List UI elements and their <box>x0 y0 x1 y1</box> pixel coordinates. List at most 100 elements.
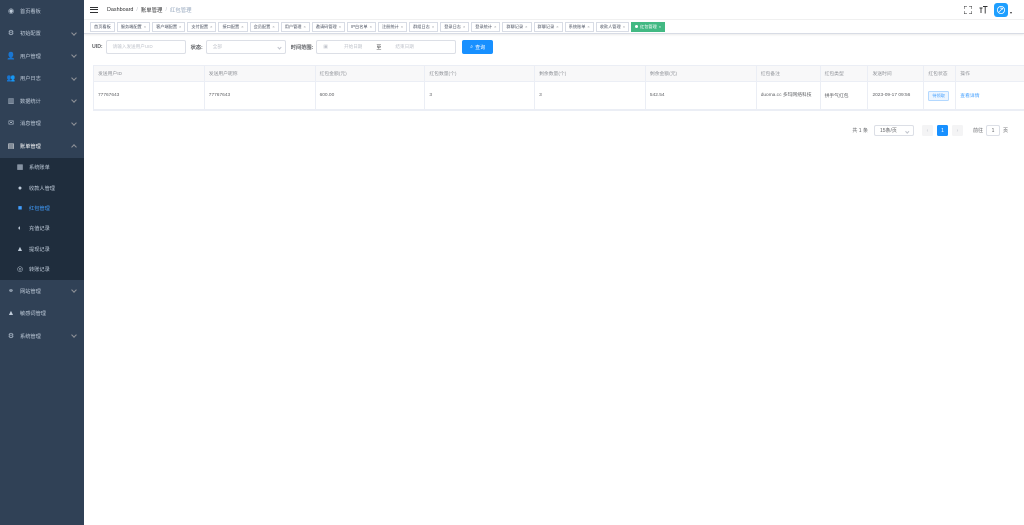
sidebar-item-website[interactable]: ⚭ 网站管理 <box>0 280 84 303</box>
tag-16[interactable]: 收款人管理 × <box>595 21 630 32</box>
breadcrumb-dashboard[interactable]: Dashboard <box>107 7 133 13</box>
tag-2[interactable]: 客户端配置 × <box>152 21 186 32</box>
sidebar-item-message[interactable]: ✉ 消息管理 <box>0 113 84 136</box>
tag-label: 注册统计 <box>381 23 399 29</box>
close-icon[interactable]: × <box>339 24 341 29</box>
tag-8[interactable]: IP白名单 × <box>347 21 376 32</box>
close-icon[interactable]: × <box>401 24 403 29</box>
tag-13[interactable]: 群聊记录 × <box>502 21 532 32</box>
close-icon[interactable]: × <box>623 24 625 29</box>
status-badge: 待领取 <box>928 90 949 101</box>
sidebar-item-transfer[interactable]: ◎ 转账记录 <box>0 259 84 279</box>
close-icon[interactable]: × <box>463 24 465 29</box>
close-icon[interactable]: × <box>587 24 589 29</box>
close-icon[interactable]: × <box>494 24 496 29</box>
tag-9[interactable]: 注册统计 × <box>377 21 408 32</box>
close-icon[interactable]: × <box>303 24 305 29</box>
end-date-placeholder[interactable]: 结束日期 <box>395 44 413 50</box>
tag-14[interactable]: 群聊记录 × <box>533 21 563 32</box>
status-select[interactable]: 全部 <box>205 40 286 54</box>
col-header-time: 发送时间 <box>868 66 925 81</box>
sidebar-item-bill[interactable]: ▤ 账单管理 <box>0 135 84 158</box>
system-icon: ⚙ <box>7 332 15 340</box>
payee-icon: ● <box>17 184 23 192</box>
tag-7[interactable]: 邀请码管理 × <box>311 21 346 32</box>
tag-12[interactable]: 登录统计 × <box>471 21 501 32</box>
hamburger-icon[interactable] <box>90 6 98 14</box>
col-header-action: 操作 <box>960 72 970 77</box>
close-icon[interactable]: × <box>179 24 181 29</box>
close-icon[interactable]: × <box>370 24 372 29</box>
breadcrumb-separator: / <box>136 6 138 13</box>
sidebar-item-initial-config[interactable]: ⚙ 初始配置 <box>0 23 84 46</box>
sidebar-item-label: 账单管理 <box>20 143 41 150</box>
sidebar-item-redpacket[interactable]: ■ 红包管理 <box>0 198 84 218</box>
tag-15[interactable]: 系统账单 × <box>564 21 594 32</box>
tag-10[interactable]: 群组日志 × <box>409 21 439 32</box>
sidebar-item-withdraw[interactable]: ▲ 提现记录 <box>0 239 84 259</box>
breadcrumb: Dashboard / 账单管理 / 红包管理 <box>107 6 192 14</box>
sidebar-item-system[interactable]: ⚙ 系统管理 <box>0 325 84 348</box>
tag-1[interactable]: 服务端配置 × <box>116 21 151 32</box>
sidebar-item-label: 用户日志 <box>20 76 41 83</box>
sidebar-item-statistics[interactable]: ▥ 数据统计 <box>0 90 84 113</box>
tag-17[interactable]: 红包管理 × <box>631 21 666 32</box>
chevron-down-icon <box>71 97 77 103</box>
bill-submenu: ▦ 系统账单 ● 收款人管理 ■ 红包管理 ◐ 充值记录 ▲ 提现记录 ◎ 转账… <box>0 157 84 280</box>
caret-down-icon[interactable] <box>1010 12 1012 14</box>
chevron-down-icon <box>71 287 77 293</box>
close-icon[interactable]: × <box>525 24 527 29</box>
page-size-select[interactable]: 15条/页 <box>873 125 914 136</box>
view-detail-link[interactable]: 查看详情 <box>960 92 979 99</box>
sidebar-item-user-management[interactable]: 👤 用户管理 <box>0 45 84 68</box>
close-icon[interactable]: × <box>432 24 434 29</box>
cell-nickname: 77767643 <box>205 82 316 109</box>
date-range-picker[interactable]: ▣ 开始日期 至 结束日期 <box>316 40 457 54</box>
col-header-nickname: 发送用户昵称 <box>205 66 316 81</box>
website-icon: ⚭ <box>8 287 14 295</box>
close-icon[interactable]: × <box>659 24 661 29</box>
start-date-placeholder[interactable]: 开始日期 <box>344 44 362 50</box>
font-size-icon[interactable] <box>979 6 988 15</box>
prev-page-button[interactable]: ‹ <box>921 125 933 136</box>
sidebar-item-user-log[interactable]: 👥 用户日志 <box>0 68 84 91</box>
sidebar-item-label: 红包管理 <box>29 205 50 212</box>
cell-action: 查看详情 <box>956 82 1024 109</box>
fullscreen-icon[interactable] <box>963 6 972 15</box>
sidebar: ◉ 首页看板 ⚙ 初始配置 👤 用户管理 👥 用户日志 ▥ 数据统计 ✉ 消息管… <box>0 0 84 525</box>
withdraw-icon: ▲ <box>16 245 24 253</box>
tag-5[interactable]: 会员配置 × <box>249 21 279 32</box>
breadcrumb-bill[interactable]: 账单管理 <box>141 6 163 14</box>
close-icon[interactable]: × <box>272 24 274 29</box>
chevron-down-icon <box>277 44 282 50</box>
avatar[interactable] <box>994 3 1008 17</box>
close-icon[interactable]: × <box>241 24 243 29</box>
tag-4[interactable]: 接口配置 × <box>218 21 248 32</box>
sidebar-item-label: 用户管理 <box>20 53 41 60</box>
tag-0[interactable]: 首页看板 <box>90 21 115 32</box>
sidebar-item-dashboard[interactable]: ◉ 首页看板 <box>0 0 84 23</box>
page-number-current[interactable]: 1 <box>936 125 948 136</box>
uid-input[interactable]: 请输入发送用户UID <box>105 40 186 54</box>
search-button[interactable]: ⌕ 查询 <box>462 40 494 54</box>
close-icon[interactable]: × <box>144 24 146 29</box>
sidebar-item-recharge[interactable]: ◐ 充值记录 <box>0 219 84 239</box>
sidebar-item-system-bill[interactable]: ▦ 系统账单 <box>0 158 84 178</box>
tag-11[interactable]: 登录日志 × <box>440 21 470 32</box>
tag-label: 群聊记录 <box>537 23 555 29</box>
sidebar-item-label: 首页看板 <box>20 8 41 15</box>
next-page-button[interactable]: › <box>951 125 963 136</box>
sidebar-item-sensitive-word[interactable]: ▲ 敏感词管理 <box>0 302 84 325</box>
sidebar-item-payee[interactable]: ● 收款人管理 <box>0 178 84 198</box>
cell-count: 3 <box>425 82 536 109</box>
close-icon[interactable]: × <box>210 24 212 29</box>
chevron-down-icon <box>71 74 77 81</box>
avatar-logo-icon <box>997 6 1005 14</box>
goto-page-input[interactable] <box>985 125 1000 136</box>
tag-3[interactable]: 支付配置 × <box>187 21 217 32</box>
close-icon[interactable]: × <box>556 24 558 29</box>
tag-6[interactable]: 用户管理 × <box>280 21 310 32</box>
bill-icon: ▤ <box>7 142 15 150</box>
chevron-up-icon <box>71 144 77 150</box>
filter-bar: UID: 请输入发送用户UID 状态: 全部 时间范围: ▣ 开始日期 至 结束… <box>92 40 494 54</box>
